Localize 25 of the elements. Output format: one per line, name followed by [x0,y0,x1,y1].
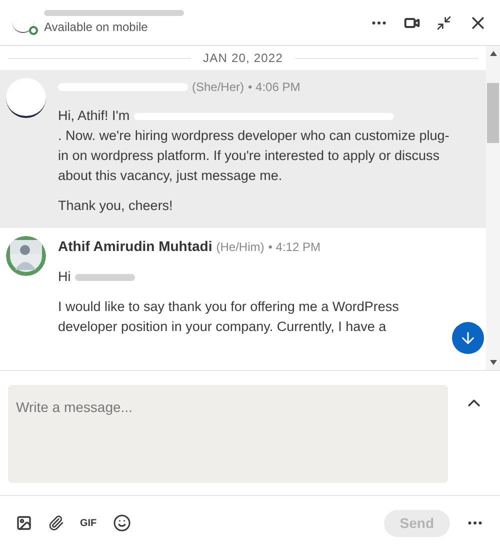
arrow-down-icon [459,329,477,347]
scrollbar-thumb[interactable] [487,83,499,143]
author-name: Athif Amirudin Muhtadi [58,237,212,256]
status-text: Available on mobile [44,18,149,36]
message-text: Thank you, cheers! [58,197,174,215]
timestamp: • 4:12 PM [268,238,320,256]
minimize-icon[interactable] [436,14,452,30]
message-text: Hi [58,268,71,286]
message-text: . Now. we're hiring wordpress developer who can customize plug-in on wordpress platform. If you're interested to apply or discuss about this vacancy, just message me. [58,127,450,185]
avatar [6,78,46,118]
message-field[interactable]: Write a message... [8,385,448,483]
message-text: I would like to say thank you for offering me a WordPress developer position in your company. Currently, I have a [58,298,400,336]
scroll-up-icon[interactable] [490,51,496,56]
timestamp: • 4:06 PM [248,79,300,96]
emoji-icon[interactable] [112,514,131,532]
pronouns: (She/Her) [192,79,244,96]
scroll-down-icon[interactable] [490,360,496,365]
scrollbar[interactable] [486,46,500,370]
redaction-mark [74,274,135,280]
attach-icon[interactable] [48,515,64,531]
pronouns: (He/Him) [216,238,264,256]
message-text: Hi, Athif! I'm [58,107,130,125]
date-divider: JAN 20, 2022 [202,50,284,67]
gif-button[interactable]: GIF [80,516,97,530]
image-icon[interactable] [16,515,32,531]
